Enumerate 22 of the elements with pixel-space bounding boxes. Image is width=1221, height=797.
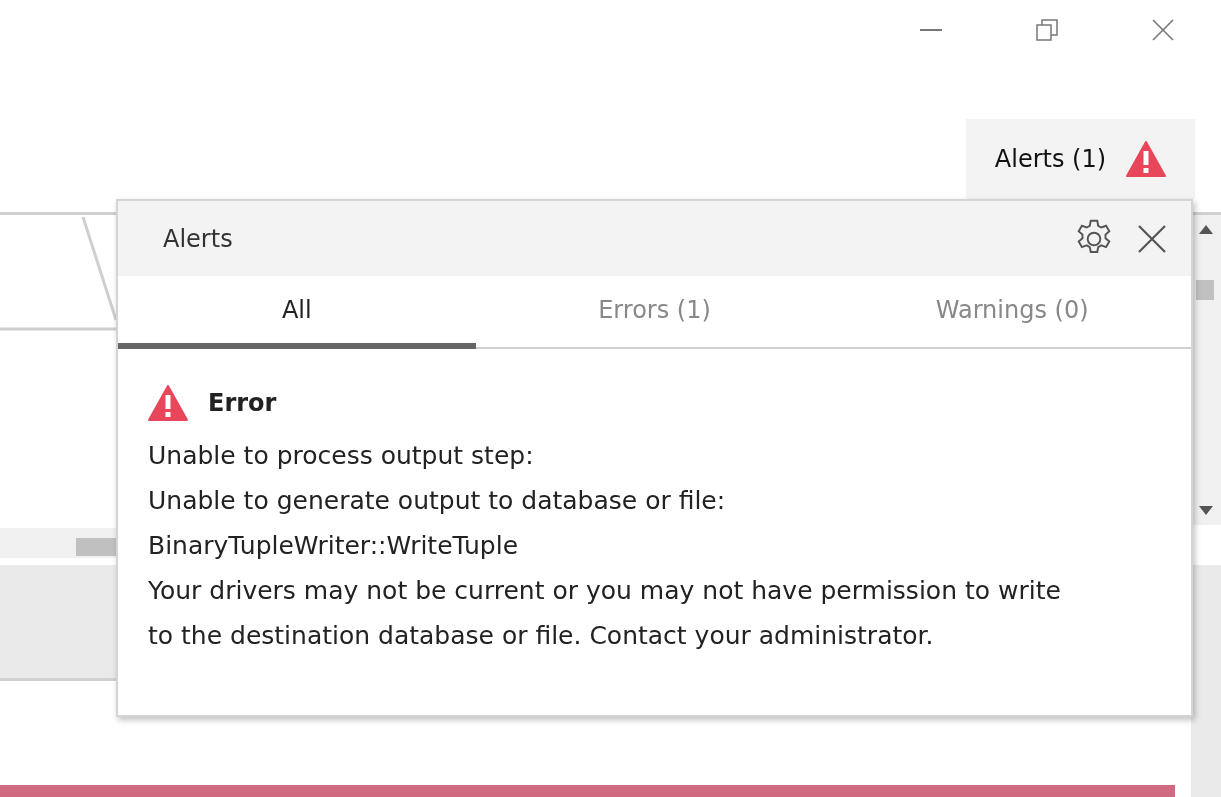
alert-message: BinaryTupleWriter::WriteTuple bbox=[148, 530, 519, 562]
scroll-up-icon[interactable] bbox=[1199, 225, 1213, 234]
close-button[interactable] bbox=[1137, 223, 1167, 254]
panel-title: Alerts bbox=[163, 224, 234, 253]
close-icon bbox=[1137, 223, 1167, 254]
restore-icon bbox=[1036, 19, 1058, 41]
scrollbar-thumb[interactable] bbox=[1196, 280, 1214, 300]
scrollbar-thumb[interactable] bbox=[76, 538, 116, 556]
warning-icon bbox=[1126, 141, 1167, 177]
alerts-button[interactable]: Alerts (1) bbox=[966, 119, 1195, 199]
alerts-tab[interactable]: Warnings (0) bbox=[833, 276, 1191, 349]
warning-icon bbox=[148, 385, 188, 421]
alerts-tab[interactable]: Errors (1) bbox=[475, 276, 834, 349]
alerts-tab[interactable]: All bbox=[118, 276, 476, 349]
vertical-scrollbar[interactable] bbox=[1191, 215, 1221, 525]
scroll-down-icon[interactable] bbox=[1199, 506, 1213, 515]
alert-message: Unable to generate output to database or file: bbox=[148, 485, 726, 517]
close-icon bbox=[1152, 19, 1174, 41]
alert-title: Error bbox=[208, 389, 277, 417]
alert-message: Unable to process output step: bbox=[148, 440, 534, 472]
minimize-icon bbox=[920, 29, 942, 31]
alert-message: Your drivers may not be current or you may not have permission to write to the destination database or file. Contact your administrator. bbox=[148, 575, 1062, 652]
